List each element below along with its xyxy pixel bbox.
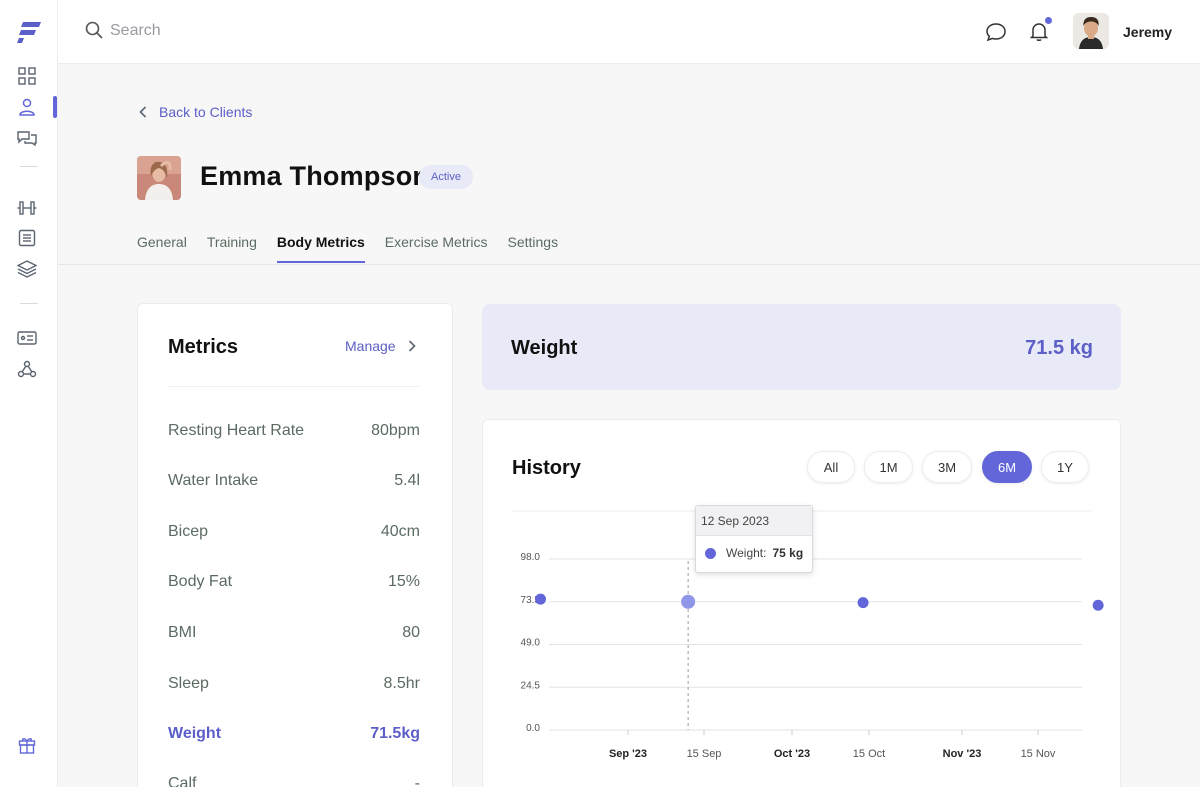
chevron-right-icon <box>408 340 416 352</box>
weight-value: 71.5 kg <box>1025 337 1093 359</box>
client-header: Back to Clients Emma Thompson Active Gen… <box>58 64 1200 265</box>
metric-value: 8.5hr <box>383 675 420 692</box>
tab-exercise-metrics[interactable]: Exercise Metrics <box>385 234 488 263</box>
x-tick-label: 15 Nov <box>1021 748 1056 760</box>
metric-row-resting-heart-rate[interactable]: Resting Heart Rate 80bpm <box>168 422 420 440</box>
tooltip-label: Weight: <box>726 546 767 560</box>
metric-label: Weight <box>168 725 222 742</box>
data-point <box>1092 599 1104 611</box>
chart-tooltip: 12 Sep 2023 Weight: 75 kg <box>695 505 813 573</box>
x-tick-label: Sep '23 <box>609 748 647 760</box>
y-tick-label: 98.0 <box>521 552 541 563</box>
metric-label: Body Fat <box>168 573 233 590</box>
metric-value: 80bpm <box>371 422 420 439</box>
metric-row-water-intake[interactable]: Water Intake 5.4l <box>168 472 420 490</box>
client-tabs: General Training Body Metrics Exercise M… <box>137 234 578 263</box>
search-input[interactable] <box>110 18 410 44</box>
metrics-divider <box>168 386 420 387</box>
app-logo <box>17 22 41 43</box>
metric-value: - <box>414 775 420 787</box>
chat-icon[interactable] <box>985 21 1007 43</box>
history-card: History All 1M 3M 6M 1Y 98.0 73.5 49.0 24.5… <box>482 419 1121 787</box>
tooltip-value: 75 kg <box>772 546 804 560</box>
metric-label: Water Intake <box>168 472 259 489</box>
dumbbell-icon[interactable] <box>17 198 37 218</box>
tab-general[interactable]: General <box>137 234 187 263</box>
dashboard-icon[interactable] <box>17 66 37 86</box>
weight-summary-card: Weight 71.5 kg <box>482 304 1121 390</box>
top-bar: Jeremy <box>58 0 1200 64</box>
user-avatar[interactable] <box>1073 13 1109 49</box>
metric-row-sleep[interactable]: Sleep 8.5hr <box>168 675 420 693</box>
tab-training[interactable]: Training <box>207 234 257 263</box>
y-tick-label: 24.5 <box>521 680 541 691</box>
tab-settings[interactable]: Settings <box>507 234 558 263</box>
status-badge: Active <box>419 165 473 189</box>
metric-row-bmi[interactable]: BMI 80 <box>168 624 420 642</box>
metric-label: BMI <box>168 624 197 641</box>
metric-row-calf[interactable]: Calf - <box>168 775 420 787</box>
sidebar <box>0 0 58 787</box>
client-name: Emma Thompson <box>200 161 430 191</box>
x-tick-label: Nov '23 <box>943 748 982 760</box>
data-point <box>857 597 869 609</box>
x-tick-label: 15 Sep <box>687 748 722 760</box>
data-point <box>681 594 696 609</box>
y-tick-label: 49.0 <box>521 638 541 649</box>
metric-label: Bicep <box>168 523 209 540</box>
client-avatar <box>137 156 181 200</box>
metric-label: Resting Heart Rate <box>168 422 305 439</box>
metric-value: 5.4l <box>394 472 420 489</box>
back-to-clients-link[interactable]: Back to Clients <box>139 104 252 120</box>
manage-button[interactable]: Manage <box>345 338 416 354</box>
messages-icon[interactable] <box>17 128 37 148</box>
nav-divider <box>20 166 38 167</box>
metrics-card: Metrics Manage Resting Heart Rate 80bpm … <box>137 303 453 787</box>
metric-value: 80 <box>402 624 420 641</box>
metric-label: Calf <box>168 775 197 787</box>
x-tick-label: Oct '23 <box>774 748 810 760</box>
gift-icon[interactable] <box>17 735 37 755</box>
metric-row-weight[interactable]: Weight 71.5kg <box>168 725 420 743</box>
integrations-icon[interactable] <box>17 359 37 379</box>
x-tick-label: 15 Oct <box>853 748 885 760</box>
back-link-label: Back to Clients <box>159 104 253 120</box>
tooltip-date: 12 Sep 2023 <box>696 506 812 536</box>
metric-value: 15% <box>387 573 420 590</box>
metrics-title: Metrics <box>168 336 239 358</box>
program-list-icon[interactable] <box>17 228 37 248</box>
layers-icon[interactable] <box>17 259 37 279</box>
search-icon <box>85 21 103 39</box>
metric-row-bicep[interactable]: Bicep 40cm <box>168 523 420 541</box>
y-tick-label: 0.0 <box>526 723 540 734</box>
metric-value: 40cm <box>380 523 420 540</box>
notification-dot <box>1045 17 1052 24</box>
manage-label: Manage <box>345 338 396 354</box>
tooltip-series-dot <box>705 547 716 559</box>
weight-history-chart: 98.073.549.024.50.0Sep '23 15 Sep Oct '23 1… <box>512 510 1104 760</box>
weight-title: Weight <box>511 337 578 359</box>
data-point <box>535 593 547 605</box>
metric-label: Sleep <box>168 675 209 692</box>
clients-icon[interactable] <box>17 97 37 117</box>
chevron-left-icon <box>139 106 147 118</box>
id-card-icon[interactable] <box>17 328 37 348</box>
nav-active-indicator <box>53 96 57 118</box>
metric-row-body-fat[interactable]: Body Fat 15% <box>168 573 420 591</box>
metric-value: 71.5kg <box>370 725 420 742</box>
nav-divider <box>20 303 38 304</box>
tab-body-metrics[interactable]: Body Metrics <box>276 234 365 263</box>
user-name[interactable]: Jeremy <box>1123 24 1172 40</box>
